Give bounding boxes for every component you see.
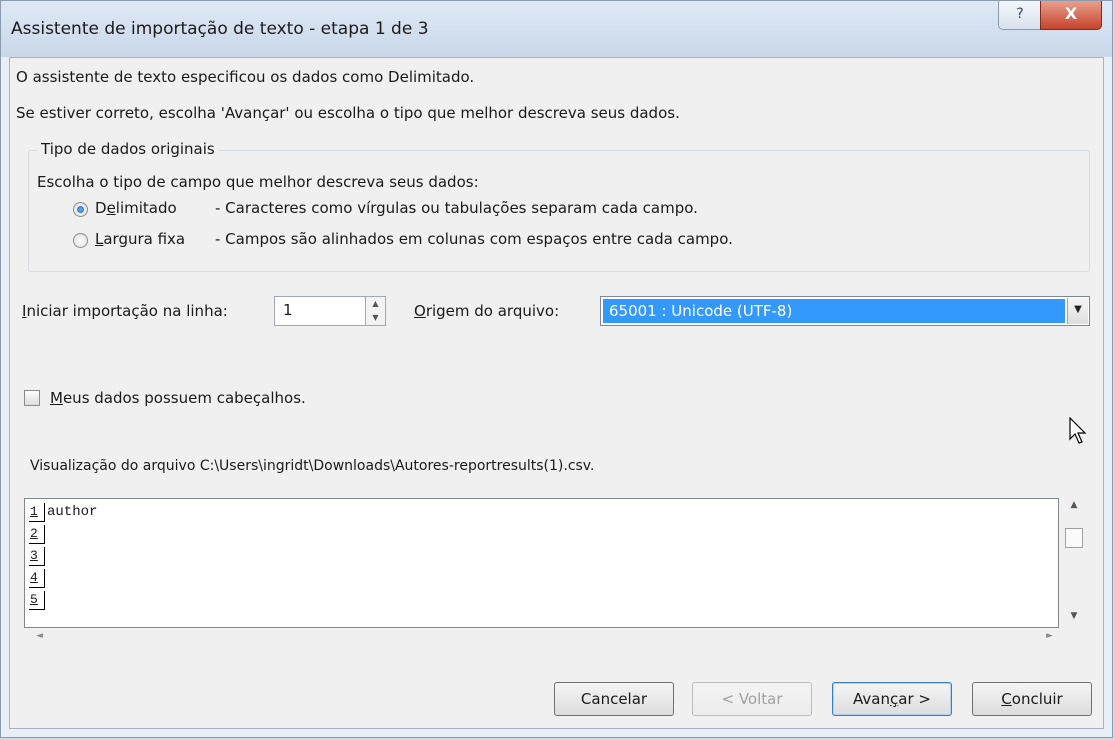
cancel-button[interactable]: Cancelar <box>554 682 674 716</box>
scroll-down-icon[interactable]: ▼ <box>1062 606 1086 626</box>
window-title: Assistente de importação de texto - etap… <box>11 19 429 39</box>
help-button[interactable]: ? <box>998 1 1042 30</box>
stepper-down-icon[interactable]: ▼ <box>366 311 385 325</box>
headers-checkbox-label[interactable]: Meus dados possuem cabeçalhos. <box>50 389 306 407</box>
radio-delimited[interactable] <box>73 202 88 217</box>
file-preview[interactable]: 1 author 2 3 4 5 <box>24 498 1059 628</box>
row-number: 5 <box>29 591 45 610</box>
data-type-group: Tipo de dados originais Escolha o tipo d… <box>28 140 1090 272</box>
intro-line-2: Se estiver correto, escolha 'Avançar' ou… <box>16 104 680 122</box>
scroll-thumb[interactable] <box>1065 528 1083 548</box>
row-number: 4 <box>29 569 45 588</box>
intro-line-1: O assistente de texto especificou os dad… <box>16 68 475 86</box>
scroll-left-icon[interactable]: ◄ <box>36 631 43 641</box>
radio-fixed-width-label[interactable]: Largura fixa <box>95 230 185 248</box>
next-button[interactable]: Avançar > <box>832 682 952 716</box>
import-wizard-window: Assistente de importação de texto - etap… <box>0 0 1113 738</box>
preview-vertical-scrollbar[interactable]: ▲ ▼ <box>1062 498 1086 628</box>
title-bar[interactable]: Assistente de importação de texto - etap… <box>1 1 1112 57</box>
preview-horizontal-scrollbar[interactable]: ◄ ► <box>24 628 1059 650</box>
headers-checkbox[interactable] <box>24 390 40 406</box>
dialog-body: O assistente de texto especificou os dad… <box>9 57 1104 729</box>
row-number: 1 <box>29 503 45 522</box>
back-button[interactable]: < Voltar <box>692 682 812 716</box>
help-icon: ? <box>1016 6 1024 22</box>
scroll-up-icon[interactable]: ▲ <box>1062 500 1086 520</box>
mouse-cursor-icon <box>1069 417 1087 444</box>
finish-button[interactable]: Concluir <box>972 682 1092 716</box>
row-number: 2 <box>29 525 45 544</box>
close-button[interactable]: X <box>1040 1 1102 30</box>
start-row-stepper[interactable]: ▲ ▼ <box>366 296 386 326</box>
radio-delimited-label[interactable]: Delimitado <box>95 199 177 217</box>
row-text: author <box>47 504 98 520</box>
close-icon: X <box>1064 4 1078 23</box>
group-legend: Tipo de dados originais <box>37 140 219 158</box>
radio-fixed-width-description: - Campos são alinhados em colunas com es… <box>215 230 733 248</box>
table-row: 3 <box>25 543 1058 566</box>
preview-label: Visualização do arquivo C:\Users\ingridt… <box>30 458 595 474</box>
table-row: 4 <box>25 565 1058 588</box>
file-origin-value: 65001 : Unicode (UTF-8) <box>603 299 1065 323</box>
start-row-label: Iniciar importação na linha: <box>22 302 228 320</box>
radio-fixed-width[interactable] <box>73 233 88 248</box>
chevron-down-icon[interactable]: ▼ <box>1067 298 1088 324</box>
row-number: 3 <box>29 547 45 566</box>
group-prompt: Escolha o tipo de campo que melhor descr… <box>37 173 479 191</box>
file-origin-select[interactable]: 65001 : Unicode (UTF-8) ▼ <box>600 296 1090 326</box>
table-row: 2 <box>25 521 1058 544</box>
radio-delimited-description: - Caracteres como vírgulas ou tabulações… <box>215 199 698 217</box>
file-origin-label: Origem do arquivo: <box>414 302 560 320</box>
table-row: 5 <box>25 587 1058 610</box>
scroll-right-icon[interactable]: ► <box>1046 631 1053 641</box>
stepper-up-icon[interactable]: ▲ <box>366 297 385 311</box>
table-row: 1 author <box>25 499 1058 522</box>
start-row-input[interactable]: 1 <box>274 296 366 326</box>
